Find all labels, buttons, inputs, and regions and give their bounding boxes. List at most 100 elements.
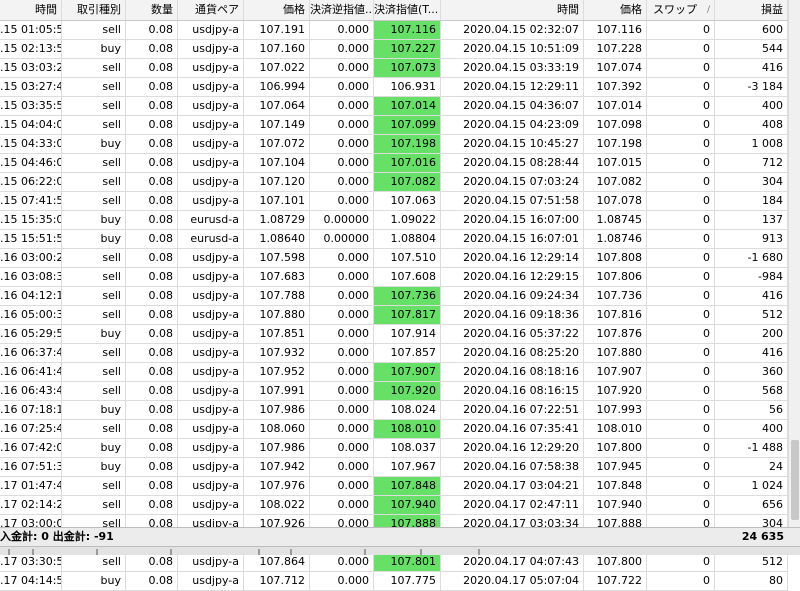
vertical-scrollbar[interactable] [788,0,800,527]
table-row[interactable]: .16 06:41:44sell0.08usdjpy-a107.9520.000… [0,363,788,382]
cell-close-price: 107.074 [584,59,647,77]
cell-price: 107.064 [244,97,310,115]
cell-swap: 0 [647,401,715,419]
scrollbar-thumb[interactable] [791,440,799,520]
cell-profit: -3 184 [715,78,788,96]
table-row[interactable]: .15 06:22:08sell0.08usdjpy-a107.1200.000… [0,173,788,192]
cell-profit: 568 [715,382,788,400]
summary-bar: 入金計: 0 出金計: -91 24 635 [0,527,800,546]
cell-stop-loss: 0.000 [310,401,374,419]
cell-close-time: 2020.04.15 04:23:09 [441,116,584,134]
table-row[interactable]: .15 04:33:00buy0.08usdjpy-a107.0720.0001… [0,135,788,154]
cell-close-time: 2020.04.15 03:33:19 [441,59,584,77]
cell-take-profit: 107.510 [374,249,441,267]
header-symbol[interactable]: 通貨ペア [178,0,244,20]
cell-open-time: .16 05:00:39 [0,306,62,324]
tab-separator [364,549,366,555]
table-row[interactable]: .15 07:41:55sell0.08usdjpy-a107.1010.000… [0,192,788,211]
cell-price: 107.880 [244,306,310,324]
cell-symbol: usdjpy-a [178,97,244,115]
header-swap[interactable]: スワップ / [647,0,715,20]
table-row[interactable]: .15 02:13:57buy0.08usdjpy-a107.1600.0001… [0,40,788,59]
table-row[interactable]: .15 04:04:00sell0.08usdjpy-a107.1490.000… [0,116,788,135]
cell-price: 107.851 [244,325,310,343]
table-row[interactable]: .16 03:08:35sell0.08usdjpy-a107.6830.000… [0,268,788,287]
cell-open-time: .15 03:03:25 [0,59,62,77]
cell-price: 107.788 [244,287,310,305]
cell-take-profit: 106.931 [374,78,441,96]
table-row[interactable]: .16 05:29:55buy0.08usdjpy-a107.8510.0001… [0,325,788,344]
table-row[interactable]: .16 07:18:16buy0.08usdjpy-a107.9860.0001… [0,401,788,420]
cell-type: sell [62,344,126,362]
cell-type: buy [62,401,126,419]
cell-take-profit: 1.08804 [374,230,441,248]
cell-type: sell [62,78,126,96]
header-price[interactable]: 価格 [244,0,310,20]
cell-symbol: usdjpy-a [178,40,244,58]
tab-separator [96,549,98,555]
cell-stop-loss: 0.000 [310,325,374,343]
table-row[interactable]: .15 15:51:59buy0.08eurusd-a1.086400.0000… [0,230,788,249]
cell-price: 107.942 [244,458,310,476]
cell-open-time: .15 04:46:00 [0,154,62,172]
table-row[interactable]: .16 06:43:42sell0.08usdjpy-a107.9910.000… [0,382,788,401]
cell-close-time: 2020.04.15 16:07:01 [441,230,584,248]
cell-stop-loss: 0.000 [310,287,374,305]
cell-volume: 0.08 [126,458,178,476]
cell-price: 1.08729 [244,211,310,229]
cell-open-time: .16 04:12:17 [0,287,62,305]
cell-stop-loss: 0.000 [310,363,374,381]
table-row[interactable]: .16 07:51:32buy0.08usdjpy-a107.9420.0001… [0,458,788,477]
header-close-time[interactable]: 時間 [441,0,584,20]
cell-symbol: usdjpy-a [178,458,244,476]
header-type[interactable]: 取引種別 [62,0,126,20]
table-row[interactable]: .17 02:14:28sell0.08usdjpy-a108.0220.000… [0,496,788,515]
cell-close-time: 2020.04.17 02:47:11 [441,496,584,514]
table-row[interactable]: .17 01:47:40sell0.08usdjpy-a107.9760.000… [0,477,788,496]
cell-type: sell [62,287,126,305]
table-row[interactable]: .16 06:37:48sell0.08usdjpy-a107.9320.000… [0,344,788,363]
cell-type: sell [62,496,126,514]
header-volume[interactable]: 数量 [126,0,178,20]
cell-symbol: usdjpy-a [178,78,244,96]
cell-volume: 0.08 [126,325,178,343]
cell-close-price: 107.816 [584,306,647,324]
terminal-tabs-bar[interactable] [0,546,800,555]
table-row[interactable]: .16 07:42:05buy0.08usdjpy-a107.9860.0001… [0,439,788,458]
header-stop-loss[interactable]: 決済逆指値... [310,0,374,20]
table-row[interactable]: .15 01:05:52sell0.08usdjpy-a107.1910.000… [0,21,788,40]
tab-separator [8,549,10,555]
cell-open-time: .16 03:00:29 [0,249,62,267]
cell-profit: 416 [715,344,788,362]
cell-symbol: usdjpy-a [178,325,244,343]
cell-close-time: 2020.04.15 07:51:58 [441,192,584,210]
table-row[interactable]: .16 03:00:29sell0.08usdjpy-a107.5980.000… [0,249,788,268]
table-row[interactable]: .17 04:14:58buy0.08usdjpy-a107.7120.0001… [0,572,788,591]
table-row[interactable]: .15 03:35:58sell0.08usdjpy-a107.0640.000… [0,97,788,116]
table-row[interactable]: .15 03:03:25sell0.08usdjpy-a107.0220.000… [0,59,788,78]
header-open-time[interactable]: 時間 [0,0,62,20]
cell-profit: 416 [715,287,788,305]
table-row[interactable]: .15 03:27:49sell0.08usdjpy-a106.9940.000… [0,78,788,97]
cell-open-time: .15 02:13:57 [0,40,62,58]
table-row[interactable]: .16 07:25:49sell0.08usdjpy-a108.0600.000… [0,420,788,439]
cell-profit: -1 488 [715,439,788,457]
cell-open-time: .15 15:51:59 [0,230,62,248]
header-close-price[interactable]: 価格 [584,0,647,20]
cell-stop-loss: 0.000 [310,173,374,191]
table-row[interactable]: .15 04:46:00sell0.08usdjpy-a107.1040.000… [0,154,788,173]
cell-type: buy [62,135,126,153]
cell-symbol: usdjpy-a [178,59,244,77]
cell-price: 107.976 [244,477,310,495]
header-take-profit[interactable]: 決済指値(T... [374,0,441,20]
table-row[interactable]: .16 04:12:17sell0.08usdjpy-a107.7880.000… [0,287,788,306]
cell-type: sell [62,382,126,400]
header-profit[interactable]: 損益 [715,0,788,20]
cell-volume: 0.08 [126,211,178,229]
table-row[interactable]: .16 05:00:39sell0.08usdjpy-a107.8800.000… [0,306,788,325]
cell-profit: 408 [715,116,788,134]
table-row[interactable]: .17 03:30:57sell0.08usdjpy-a107.8640.000… [0,553,788,572]
cell-type: sell [62,173,126,191]
table-row[interactable]: .15 15:35:07buy0.08eurusd-a1.087290.0000… [0,211,788,230]
cell-stop-loss: 0.000 [310,249,374,267]
